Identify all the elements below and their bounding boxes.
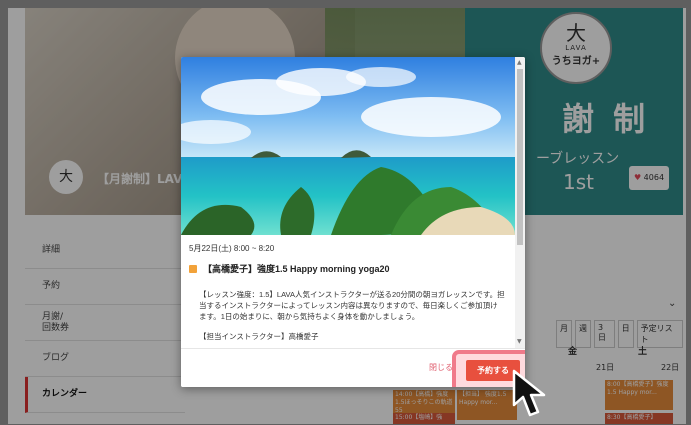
lesson-modal: 5月22日(土) 8:00 ~ 8:20 【高橋愛子】強度1.5 Happy m… xyxy=(181,57,525,387)
lesson-description: 【レッスン強度：1.5】LAVA人気インストラクターが送る20分間の朝ヨガレッス… xyxy=(199,290,505,321)
lesson-color-dot xyxy=(189,264,197,273)
arrow-cursor-icon xyxy=(512,369,546,417)
modal-content: 5月22日(土) 8:00 ~ 8:20 【高橋愛子】強度1.5 Happy m… xyxy=(181,57,515,348)
scrollbar-thumb[interactable] xyxy=(517,69,523,245)
lesson-name-row: 【高橋愛子】強度1.5 Happy morning yoga20 xyxy=(189,262,390,275)
modal-scrollbar[interactable]: ▲ ▼ xyxy=(515,57,525,348)
lesson-name: 【高橋愛子】強度1.5 Happy morning yoga20 xyxy=(203,264,390,274)
modal-footer: 閉じる 予約する xyxy=(181,348,525,387)
close-button[interactable]: 閉じる xyxy=(429,362,453,373)
instructor-heading: 【担当インストラクター】高橋愛子 xyxy=(199,332,319,341)
lesson-date: 5月22日(土) 8:00 ~ 8:20 xyxy=(189,244,275,253)
lesson-photo xyxy=(181,57,515,235)
triangle-down-icon[interactable]: ▼ xyxy=(517,338,522,345)
triangle-up-icon[interactable]: ▲ xyxy=(517,59,522,66)
